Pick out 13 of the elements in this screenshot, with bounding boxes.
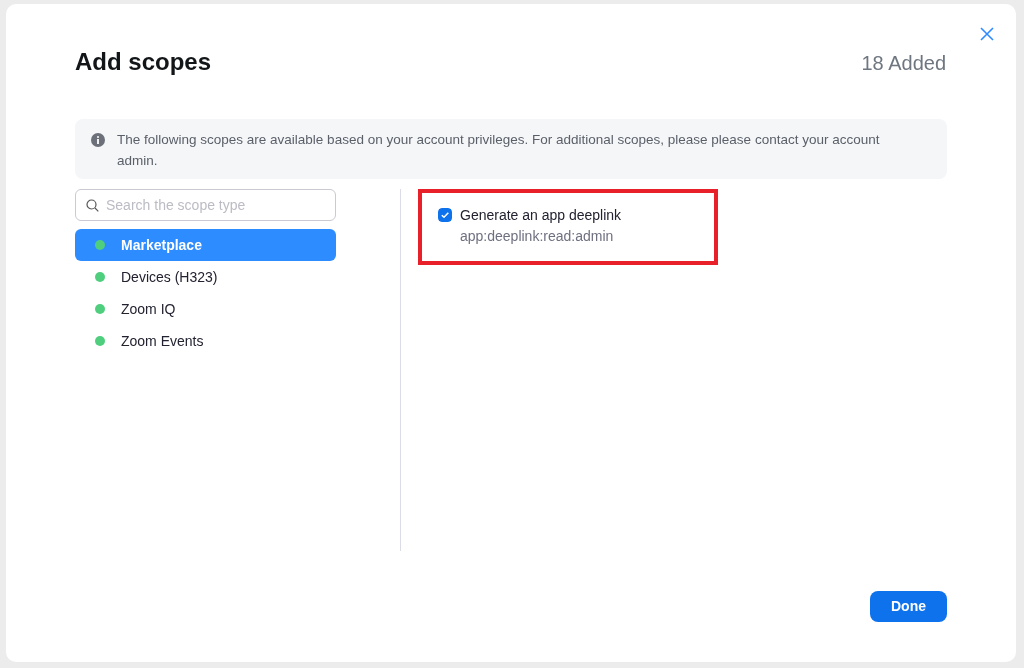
dialog-title: Add scopes: [75, 48, 212, 77]
category-item[interactable]: Zoom Events: [75, 325, 336, 357]
info-icon: [91, 133, 105, 147]
category-item[interactable]: Devices (H323): [75, 261, 336, 293]
done-button[interactable]: Done: [870, 591, 947, 622]
close-button[interactable]: [978, 25, 996, 43]
checkbox[interactable]: [438, 208, 452, 222]
category-item[interactable]: Zoom IQ: [75, 293, 336, 325]
search-field[interactable]: Search the scope type: [75, 189, 336, 221]
scope-identifier: app:deeplink:read:admin: [460, 227, 615, 246]
added-count: 18 Added: [861, 51, 946, 76]
notice-text: The following scopes are available based on your account privileges. For additional scopes, please please contact your account admin.: [117, 131, 881, 170]
scope-name: Generate an app deeplink: [460, 206, 622, 225]
